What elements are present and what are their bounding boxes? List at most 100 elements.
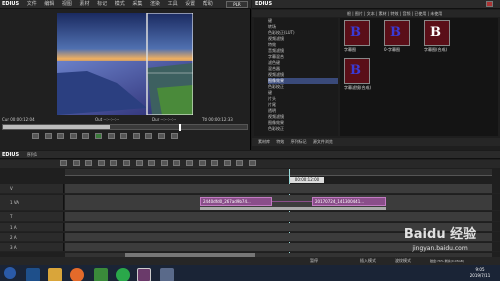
- track-lane[interactable]: [65, 212, 492, 221]
- track-label: V: [10, 186, 13, 191]
- bin-item-label: 字幕图(合成): [424, 47, 448, 52]
- group-icon[interactable]: [198, 160, 206, 166]
- bin-tree[interactable]: 键 转场 色彩校正(LUT) 视频滤镜 特效 音频滤镜 字幕混合 滤色键 混合器…: [254, 18, 338, 136]
- firefox-icon[interactable]: [70, 268, 84, 281]
- tree-item[interactable]: 色彩校正: [268, 126, 338, 132]
- clip-name: 20170724_141300441...: [315, 199, 365, 204]
- bin-title: EDIUS: [255, 1, 273, 7]
- timeline-clip[interactable]: 2440dfd0_267ad9b74...: [200, 197, 272, 206]
- menu-view[interactable]: 视图: [62, 1, 72, 7]
- bin-item[interactable]: B: [344, 20, 370, 46]
- tc-cur: Cur 00:00:12:04: [2, 117, 35, 122]
- menu-file[interactable]: 文件: [27, 1, 37, 7]
- bin-content: B 字幕图 B 0-字幕图 B 字幕图(合成) B 字幕滤镜(合成): [340, 18, 498, 136]
- tab-source-browser[interactable]: 源文件浏览: [313, 139, 333, 144]
- bin-titlebar: EDIUS: [252, 0, 500, 9]
- tc-ttl: Ttl 00:00:12:33: [202, 117, 233, 122]
- track-header[interactable]: T: [0, 212, 64, 221]
- settings-icon[interactable]: [248, 160, 256, 166]
- play-icon[interactable]: [94, 133, 102, 139]
- delete-icon[interactable]: [160, 160, 168, 166]
- tc-out: Out --:--:--:--: [95, 117, 120, 122]
- cut-icon[interactable]: [122, 160, 130, 166]
- title-glyph: B: [350, 25, 361, 40]
- menu-render[interactable]: 渲染: [150, 1, 160, 7]
- menu-mode[interactable]: 模式: [115, 1, 125, 7]
- track-label: 1 VA: [10, 200, 20, 205]
- edius-taskbar-icon[interactable]: [137, 268, 151, 281]
- ruler-timecode-label: 00:00:12:00: [294, 177, 320, 182]
- clock[interactable]: 9:05 2019/7/11: [462, 267, 498, 280]
- export-icon[interactable]: [170, 133, 178, 139]
- tc-dur: Dur --:--:--:--: [152, 117, 177, 122]
- loop-icon[interactable]: [132, 133, 140, 139]
- tab-effects[interactable]: 特效: [276, 139, 284, 144]
- copy-icon[interactable]: [135, 160, 143, 166]
- zoom-icon[interactable]: [236, 160, 244, 166]
- preview-viewer[interactable]: [57, 13, 193, 115]
- timecode-row: Cur 00:00:12:04 Out --:--:--:-- Dur --:-…: [2, 117, 249, 123]
- track-header[interactable]: V: [0, 184, 64, 193]
- split-icon[interactable]: [185, 160, 193, 166]
- track-header[interactable]: 1 A: [0, 223, 64, 231]
- stop-icon[interactable]: [57, 133, 65, 139]
- bin-item[interactable]: B: [384, 20, 410, 46]
- save-icon[interactable]: [85, 160, 93, 166]
- menu-tools[interactable]: 工具: [168, 1, 178, 7]
- explorer-icon[interactable]: [26, 268, 40, 281]
- clip-name: 2440dfd0_267ad9b74...: [203, 199, 251, 204]
- menu-marker[interactable]: 标记: [97, 1, 107, 7]
- track-label: T: [10, 214, 13, 219]
- track-header[interactable]: 2 A: [0, 233, 64, 241]
- tab-markers[interactable]: 序列标记: [291, 139, 307, 144]
- set-in-icon[interactable]: [32, 133, 39, 139]
- title-glyph: B: [430, 25, 441, 40]
- status-pause: 暂停: [310, 258, 318, 263]
- playhead-marker[interactable]: [178, 124, 181, 131]
- menu-clip[interactable]: 素材: [80, 1, 90, 7]
- scrub-fill: [3, 125, 111, 129]
- bin-item[interactable]: B: [344, 58, 370, 84]
- window-icon[interactable]: [160, 268, 174, 281]
- insert-icon[interactable]: [145, 133, 153, 139]
- track-header[interactable]: 1 VA: [0, 195, 64, 210]
- chat-icon[interactable]: [116, 268, 130, 281]
- new-sequence-icon[interactable]: [60, 160, 67, 166]
- open-icon[interactable]: [72, 160, 80, 166]
- set-out-icon[interactable]: [44, 133, 52, 139]
- marker-icon[interactable]: [211, 160, 219, 166]
- redo-icon[interactable]: [110, 160, 118, 166]
- folder-icon[interactable]: [48, 268, 62, 281]
- fast-forward-icon[interactable]: [120, 133, 128, 139]
- watermark-title: Baidu 经验: [403, 227, 477, 242]
- track-lane[interactable]: 2440dfd0_267ad9b74... 20170724_141300441…: [65, 195, 492, 210]
- track-lane[interactable]: [65, 184, 492, 193]
- app-icon[interactable]: [94, 268, 108, 281]
- track-label: 1 A: [10, 225, 17, 230]
- menu-help[interactable]: 帮助: [203, 1, 213, 7]
- rewind-icon[interactable]: [69, 133, 77, 139]
- start-button[interactable]: [4, 267, 16, 279]
- timeline-title: EDIUS: [2, 152, 20, 158]
- ripple-icon[interactable]: [173, 160, 181, 166]
- bin-item[interactable]: B: [424, 20, 450, 46]
- track-header[interactable]: 3 A: [0, 243, 64, 251]
- timeline-ruler[interactable]: [65, 169, 492, 176]
- scrub-bar[interactable]: [2, 124, 248, 131]
- overwrite-icon[interactable]: [157, 133, 165, 139]
- menu-settings[interactable]: 设置: [185, 1, 195, 7]
- close-icon[interactable]: [486, 1, 493, 7]
- track-row: V: [0, 184, 500, 194]
- snap-icon[interactable]: [223, 160, 231, 166]
- bin-tabs: 素材库 特效 序列标记 源文件浏览: [252, 138, 500, 146]
- paste-icon[interactable]: [148, 160, 156, 166]
- menu-edit[interactable]: 编辑: [44, 1, 54, 7]
- plr-badge[interactable]: PLR: [226, 1, 248, 8]
- timeline-clip[interactable]: 20170724_141300441...: [312, 197, 386, 206]
- step-forward-icon[interactable]: [107, 133, 115, 139]
- menu-capture[interactable]: 采集: [132, 1, 142, 7]
- step-back-icon[interactable]: [82, 133, 90, 139]
- sequence-name: 序列1: [26, 152, 38, 157]
- undo-icon[interactable]: [97, 160, 105, 166]
- tab-bin[interactable]: 素材库: [258, 139, 270, 144]
